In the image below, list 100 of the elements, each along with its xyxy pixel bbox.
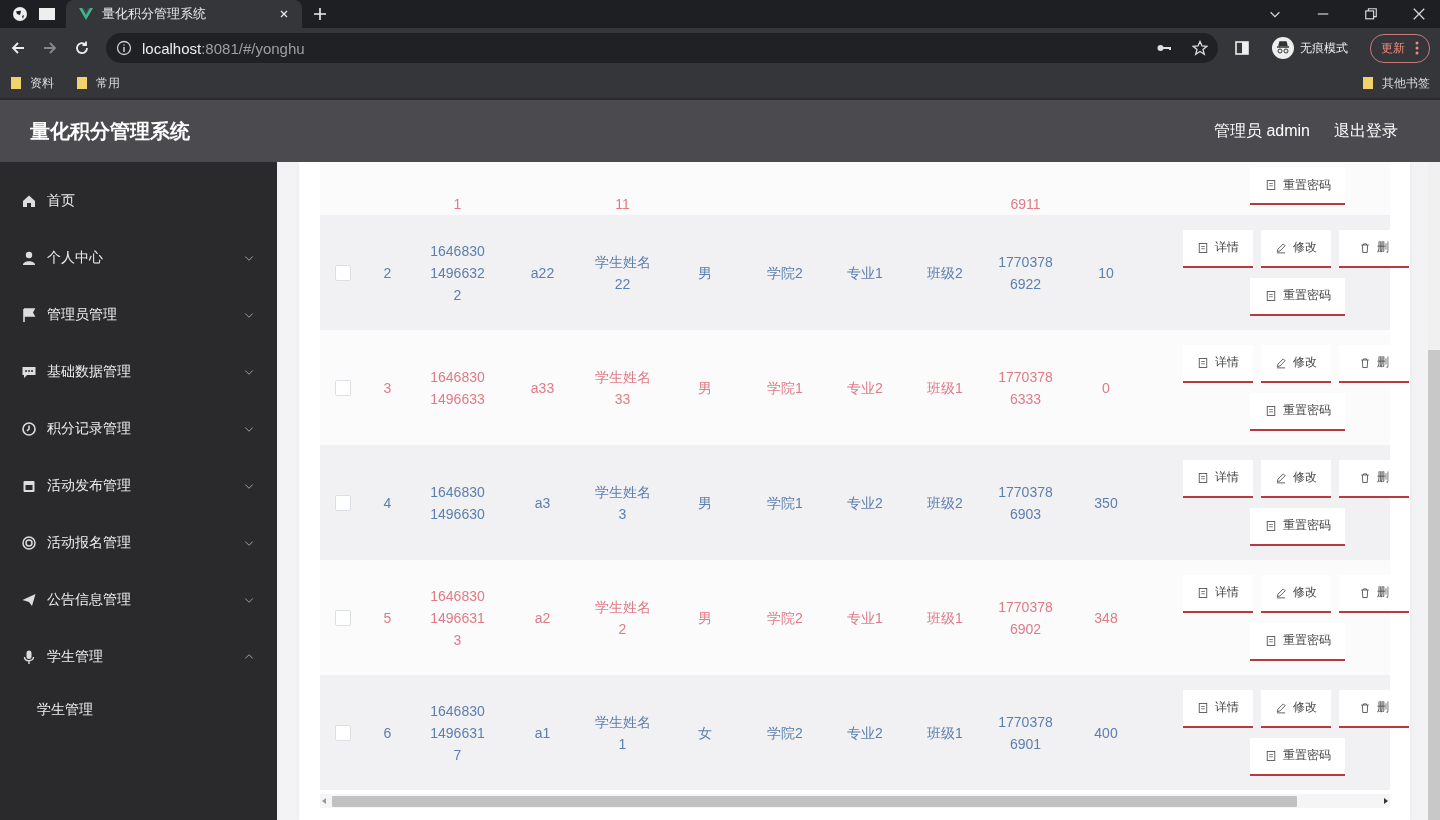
- delete-button[interactable]: 删: [1339, 229, 1409, 268]
- table-cell-text: 学生姓名33: [594, 367, 651, 409]
- details-button[interactable]: 详情: [1183, 459, 1253, 498]
- edit-button[interactable]: 修改: [1261, 689, 1331, 728]
- scroll-right-icon: [1382, 797, 1390, 805]
- star-icon: [1192, 40, 1208, 56]
- row-checkbox[interactable]: [334, 609, 351, 626]
- plus-icon: [312, 6, 328, 22]
- table-cell-text: 班级1: [927, 378, 963, 398]
- pencil-icon: [1275, 356, 1287, 369]
- table-cell-text: 男: [698, 608, 712, 628]
- table-cell-text: 6911: [1010, 195, 1041, 214]
- row-checkbox[interactable]: [334, 264, 351, 281]
- scroll-left-icon: [320, 797, 328, 805]
- reset-password-button[interactable]: 重置密码: [1250, 277, 1345, 316]
- sidebar-item[interactable]: 公告信息管理: [0, 571, 277, 628]
- folder-icon: [76, 75, 88, 91]
- user-icon: [21, 249, 37, 266]
- table-cell-text: a2: [534, 608, 551, 628]
- document-icon: [1264, 749, 1277, 762]
- table-cell-text: 16468301496633: [429, 367, 486, 409]
- table-cell-text: 348: [1094, 608, 1118, 628]
- sidebar-item[interactable]: 学生管理: [0, 628, 277, 685]
- edit-button[interactable]: 修改: [1261, 574, 1331, 613]
- table-cell-text: a33: [530, 378, 555, 398]
- microphone-icon: [21, 648, 37, 665]
- sidebar-item[interactable]: 首页: [0, 172, 277, 229]
- table-cell-text: 4: [383, 493, 392, 513]
- trash-icon: [1359, 701, 1371, 714]
- delete-button[interactable]: 删: [1339, 344, 1409, 383]
- document-icon: [1264, 519, 1277, 532]
- logout-link[interactable]: 退出登录: [1334, 120, 1398, 142]
- table-cell-text: 164683014966322: [429, 241, 486, 305]
- table-cell-text: 学生姓名3: [594, 482, 651, 524]
- browser-tab[interactable]: 量化积分管理系统: [66, 0, 302, 28]
- sidebar-item[interactable]: 活动发布管理: [0, 457, 277, 514]
- clock-icon: [21, 420, 37, 437]
- trash-icon: [1359, 356, 1371, 369]
- document-icon: [1264, 404, 1277, 417]
- bookmark-folder[interactable]: 其他书签: [1362, 74, 1430, 92]
- row-checkbox[interactable]: [334, 724, 351, 741]
- pencil-icon: [1275, 701, 1287, 714]
- table-cell-text: 班级2: [927, 263, 963, 283]
- reset-password-button[interactable]: 重置密码: [1250, 392, 1345, 431]
- table-cell-text: 班级2: [927, 493, 963, 513]
- pencil-icon: [1275, 586, 1287, 599]
- sidebar-item[interactable]: 个人中心: [0, 229, 277, 286]
- reset-password-button[interactable]: 重置密码: [1250, 737, 1345, 776]
- update-button[interactable]: 更新: [1370, 33, 1430, 63]
- table-cell-text: 400: [1094, 723, 1118, 743]
- edit-button[interactable]: 修改: [1261, 344, 1331, 383]
- table-cell-text: 学院2: [767, 723, 803, 743]
- sidebar-item[interactable]: 积分记录管理: [0, 400, 277, 457]
- edit-button[interactable]: 修改: [1261, 229, 1331, 268]
- table-cell-text: 10: [1098, 263, 1114, 283]
- table-cell-text: 17703786902: [997, 597, 1054, 639]
- reset-password-button[interactable]: 重置密码: [1250, 167, 1345, 205]
- document-icon: [1197, 586, 1209, 599]
- sidebar-item[interactable]: 基础数据管理: [0, 343, 277, 400]
- back-arrow-icon: [10, 40, 26, 56]
- table-cell-text: 164683014966313: [429, 586, 486, 650]
- reset-password-button[interactable]: 重置密码: [1250, 507, 1345, 546]
- sidebar-item[interactable]: 活动报名管理: [0, 514, 277, 571]
- document-icon: [1264, 289, 1277, 302]
- table-cell-text: 班级1: [927, 608, 963, 628]
- delete-button[interactable]: 删: [1339, 459, 1409, 498]
- details-button[interactable]: 详情: [1183, 229, 1253, 268]
- details-button[interactable]: 详情: [1183, 574, 1253, 613]
- details-button[interactable]: 详情: [1183, 689, 1253, 728]
- table-cell-text: 17703786901: [997, 712, 1054, 754]
- pencil-icon: [1275, 471, 1287, 484]
- table-cell-text: 350: [1094, 493, 1118, 513]
- delete-button[interactable]: 删: [1339, 574, 1409, 613]
- address-field[interactable]: localhost:8081/#/yonghu: [142, 39, 305, 57]
- table-cell-text: 16468301496630: [429, 482, 486, 524]
- sidebar-subitem[interactable]: 学生管理: [0, 685, 277, 735]
- row-checkbox[interactable]: [334, 379, 351, 396]
- trash-icon: [1359, 241, 1371, 254]
- horizontal-scrollbar[interactable]: [332, 795, 1297, 807]
- table-cell-text: 专业1: [847, 263, 883, 283]
- table-cell-text: 学院2: [767, 263, 803, 283]
- delete-button[interactable]: 删: [1339, 689, 1409, 728]
- target-icon: [21, 534, 37, 551]
- table-cell-text: 男: [698, 378, 712, 398]
- table-cell-text: 17703786922: [997, 252, 1054, 294]
- folder-icon: [10, 75, 22, 91]
- bookmark-folder[interactable]: 资料: [10, 74, 54, 92]
- trash-icon: [1359, 586, 1371, 599]
- document-icon: [1264, 179, 1277, 191]
- vertical-scrollbar[interactable]: [1428, 350, 1440, 820]
- reset-password-button[interactable]: 重置密码: [1250, 622, 1345, 661]
- table-cell-text: 学生姓名2: [594, 597, 651, 639]
- sidebar-item[interactable]: 管理员管理: [0, 286, 277, 343]
- incognito-button[interactable]: 无痕模式: [1266, 36, 1354, 60]
- edit-button[interactable]: 修改: [1261, 459, 1331, 498]
- table-cell-text: 5: [383, 608, 392, 628]
- table-cell-text: 女: [698, 723, 712, 743]
- bookmark-folder[interactable]: 常用: [76, 74, 120, 92]
- details-button[interactable]: 详情: [1183, 344, 1253, 383]
- row-checkbox[interactable]: [334, 494, 351, 511]
